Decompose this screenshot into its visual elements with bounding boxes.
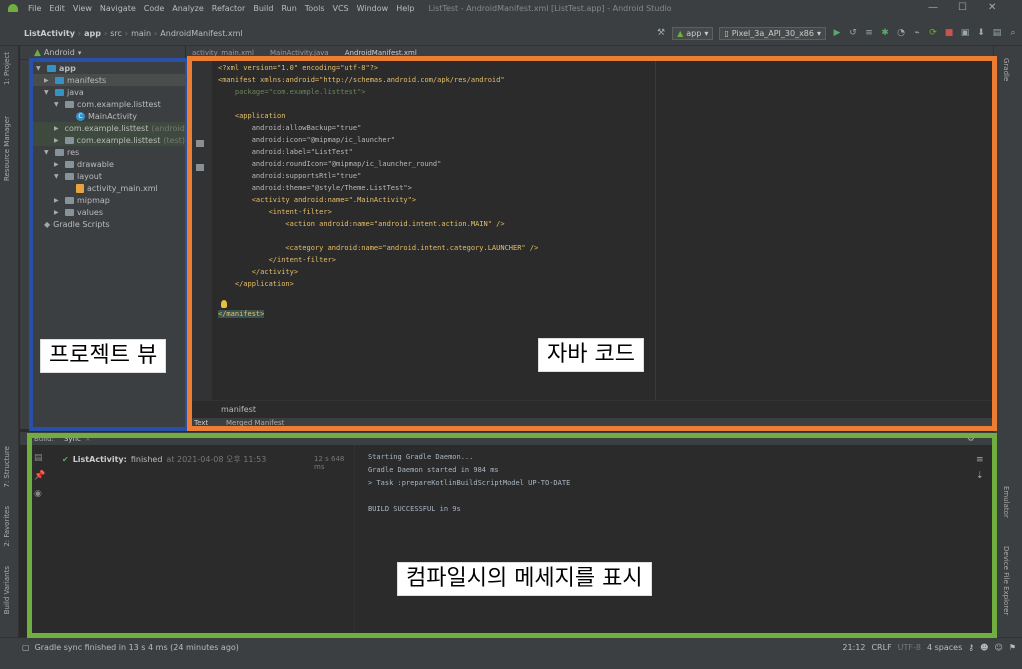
attach-debugger-icon[interactable]: ⌁: [912, 28, 922, 38]
avd-manager-icon[interactable]: ▣: [960, 28, 970, 38]
chevron-down-icon: ▾: [816, 28, 821, 38]
close-icon[interactable]: ✕: [988, 2, 996, 13]
menu-bar: File Edit View Navigate Code Analyze Ref…: [0, 0, 1022, 16]
file-encoding[interactable]: UTF-8: [898, 643, 921, 652]
debug-icon[interactable]: ✱: [880, 28, 890, 38]
status-right-area: 21:12 CRLF UTF-8 4 spaces ⚷ ☻ ☺ ⚑: [842, 643, 1016, 652]
menu-navigate[interactable]: Navigate: [96, 4, 140, 13]
run-config-label: app: [686, 28, 702, 38]
menu-view[interactable]: View: [69, 4, 96, 13]
device-file-explorer-tab[interactable]: Device File Explorer: [1002, 546, 1010, 615]
sdk-manager-icon[interactable]: ⬇: [976, 28, 986, 38]
notifications-icon[interactable]: ⚑: [1009, 643, 1016, 652]
breadcrumb-module[interactable]: app: [84, 29, 101, 38]
line-separator[interactable]: CRLF: [871, 643, 891, 652]
left-tool-stripe: 1: Project Resource Manager 7: Structure…: [0, 46, 19, 637]
menu-refactor[interactable]: Refactor: [208, 4, 250, 13]
caret-position[interactable]: 21:12: [842, 643, 865, 652]
event-log-icon[interactable]: ☺: [994, 643, 1002, 652]
breadcrumb-main[interactable]: main: [131, 29, 151, 38]
project-view-highlight: [29, 58, 189, 431]
annotation-project-view: 프로젝트 뷰: [40, 339, 167, 373]
menu-help[interactable]: Help: [392, 4, 418, 13]
run-icon[interactable]: ▶: [832, 28, 842, 38]
run-config-select[interactable]: ▲ app ▾: [672, 26, 714, 40]
stop-icon[interactable]: ■: [944, 28, 954, 38]
build-variants-tab[interactable]: Build Variants: [3, 566, 11, 614]
device-select[interactable]: ▯ Pixel_3a_API_30_x86 ▾: [719, 26, 826, 40]
menu-analyze[interactable]: Analyze: [168, 4, 208, 13]
status-message[interactable]: Gradle sync finished in 13 s 4 ms (24 mi…: [35, 643, 239, 652]
annotation-build-messages: 컴파일시의 메세지를 표시: [397, 562, 652, 596]
build-output-highlight: [27, 433, 997, 638]
menu-run[interactable]: Run: [277, 4, 300, 13]
resource-manager-tab[interactable]: Resource Manager: [3, 116, 11, 181]
device-label: Pixel_3a_API_30_x86: [731, 28, 814, 38]
editor-highlight: [187, 56, 997, 431]
memory-indicator-icon[interactable]: ☻: [980, 643, 988, 652]
chevron-down-icon[interactable]: ▾: [78, 49, 82, 57]
menu-edit[interactable]: Edit: [45, 4, 69, 13]
android-icon: ▲: [34, 47, 41, 58]
menu-build[interactable]: Build: [249, 4, 277, 13]
sync-gradle-icon[interactable]: ⟳: [928, 28, 938, 38]
search-icon[interactable]: ⌕: [1008, 28, 1018, 38]
maximize-icon[interactable]: ☐: [958, 2, 967, 13]
project-view-selector[interactable]: Android: [44, 48, 75, 57]
terminal-icon[interactable]: ▢: [22, 643, 30, 652]
breadcrumb-file[interactable]: AndroidManifest.xml: [160, 29, 242, 38]
structure-tool-tab[interactable]: 7: Structure: [3, 446, 11, 488]
profile-icon[interactable]: ◔: [896, 28, 906, 38]
apply-code-changes-icon[interactable]: ≡: [864, 28, 874, 38]
status-message-area: ▢ Gradle sync finished in 13 s 4 ms (24 …: [22, 643, 239, 652]
breadcrumb-src[interactable]: src: [110, 29, 122, 38]
project-tool-tab[interactable]: 1: Project: [3, 52, 11, 85]
gradle-tool-tab[interactable]: Gradle: [1002, 58, 1010, 81]
phone-icon: ▯: [724, 28, 729, 38]
menu-file[interactable]: File: [24, 4, 45, 13]
menu-window[interactable]: Window: [353, 4, 393, 13]
status-bar: [0, 637, 1022, 669]
lock-icon[interactable]: ⚷: [968, 643, 974, 652]
emulator-tool-tab[interactable]: Emulator: [1002, 486, 1010, 518]
android-icon: ▲: [677, 28, 684, 38]
menu-code[interactable]: Code: [140, 4, 168, 13]
apply-changes-icon[interactable]: ↺: [848, 28, 858, 38]
right-tool-stripe: Gradle Emulator Device File Explorer: [993, 46, 1022, 637]
android-studio-logo-icon: [8, 4, 18, 12]
breadcrumb: ListActivity › app › src › main › AndroidMan…: [24, 29, 243, 38]
layout-inspector-icon[interactable]: ▤: [992, 28, 1002, 38]
menu-tools[interactable]: Tools: [301, 4, 329, 13]
window-title: ListTest - AndroidManifest.xml [ListTest…: [428, 3, 672, 13]
annotation-code: 자바 코드: [538, 338, 644, 372]
favorites-tool-tab[interactable]: 2: Favorites: [3, 506, 11, 547]
main-toolbar: ⚒ ▲ app ▾ ▯ Pixel_3a_API_30_x86 ▾ ▶ ↺ ≡ …: [656, 26, 1018, 40]
indent-setting[interactable]: 4 spaces: [927, 643, 962, 652]
menu-vcs[interactable]: VCS: [329, 4, 353, 13]
chevron-down-icon: ▾: [704, 28, 709, 38]
hammer-icon[interactable]: ⚒: [656, 28, 666, 38]
minimize-icon[interactable]: —: [928, 2, 938, 13]
breadcrumb-project[interactable]: ListActivity: [24, 29, 75, 38]
